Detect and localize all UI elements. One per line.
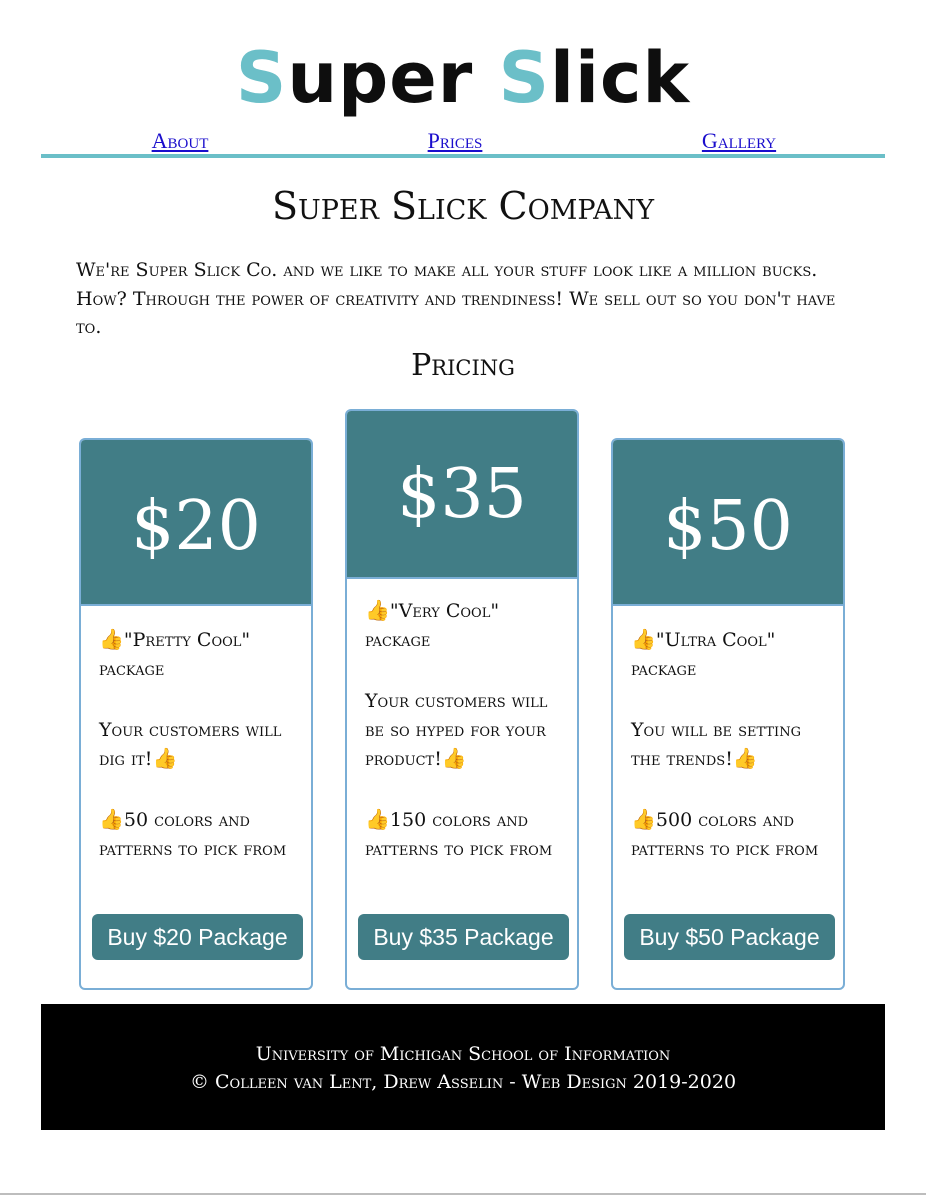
thumbs-up-icon: 👍 [99, 807, 124, 831]
buy-50-button[interactable]: Buy $50 Package [624, 914, 835, 960]
buy-35-button[interactable]: Buy $35 Package [358, 914, 569, 960]
thumbs-up-icon: 👍 [365, 807, 390, 831]
colors-text: 150 colors and patterns to pick from [365, 809, 553, 860]
nav-link-gallery[interactable]: Gallery [702, 128, 776, 154]
nav-link-prices[interactable]: Prices [428, 128, 483, 154]
logo-s2: S [498, 37, 551, 119]
colors-text: 50 colors and patterns to pick from [99, 809, 287, 860]
main-nav: About Prices Gallery [41, 126, 885, 158]
pricing-card-20: $20 👍"Pretty Cool" package Your customer… [79, 438, 313, 990]
price-box: $35 [347, 411, 577, 579]
footer-line-2: © Colleen van Lent, Drew Asselin - Web D… [189, 1071, 737, 1093]
thumbs-up-icon: 👍 [99, 627, 124, 651]
colors-text: 500 colors and patterns to pick from [631, 809, 819, 860]
price-box: $20 [81, 440, 311, 606]
pricing-card-35: $35 👍"Very Cool" package Your customers … [345, 409, 579, 990]
thumbs-up-icon: 👍 [441, 746, 467, 770]
thumbs-up-icon: 👍 [365, 598, 390, 622]
site-logo: Super Slick [0, 36, 926, 120]
package-description: Your customers will be so hyped for your… [365, 687, 570, 774]
thumbs-up-icon: 👍 [631, 807, 656, 831]
package-colors: 👍500 colors and patterns to pick from [631, 806, 836, 864]
pricing-title: Pricing [411, 348, 515, 383]
package-name: 👍"Very Cool" package [365, 597, 570, 655]
package-description: Your customers will dig it!👍 [99, 716, 304, 774]
package-colors: 👍50 colors and patterns to pick from [99, 806, 304, 864]
buy-20-button[interactable]: Buy $20 Package [92, 914, 303, 960]
package-name: 👍"Ultra Cool" package [631, 626, 836, 684]
logo-part2: lick [550, 37, 691, 119]
pricing-card-50: $50 👍"Ultra Cool" package You will be se… [611, 438, 845, 990]
site-footer: University of Michigan School of Informa… [41, 1004, 885, 1130]
description-text: Your customers will dig it! [99, 719, 282, 770]
nav-link-about[interactable]: About [152, 128, 209, 154]
thumbs-up-icon: 👍 [152, 746, 178, 770]
thumbs-up-icon: 👍 [732, 746, 758, 770]
intro-text: We're Super Slick Co. and we like to mak… [76, 259, 836, 338]
price-box: $50 [613, 440, 843, 606]
footer-line-1: University of Michigan School of Informa… [255, 1043, 671, 1065]
page-title: Super Slick Company [271, 184, 655, 228]
logo-s1: S [235, 37, 288, 119]
description-text: You will be setting the trends! [631, 719, 801, 770]
bottom-divider [0, 1193, 926, 1195]
package-description: You will be setting the trends!👍 [631, 716, 836, 774]
package-colors: 👍150 colors and patterns to pick from [365, 806, 570, 864]
thumbs-up-icon: 👍 [631, 627, 656, 651]
package-name: 👍"Pretty Cool" package [99, 626, 304, 684]
logo-part1: uper [287, 37, 499, 119]
